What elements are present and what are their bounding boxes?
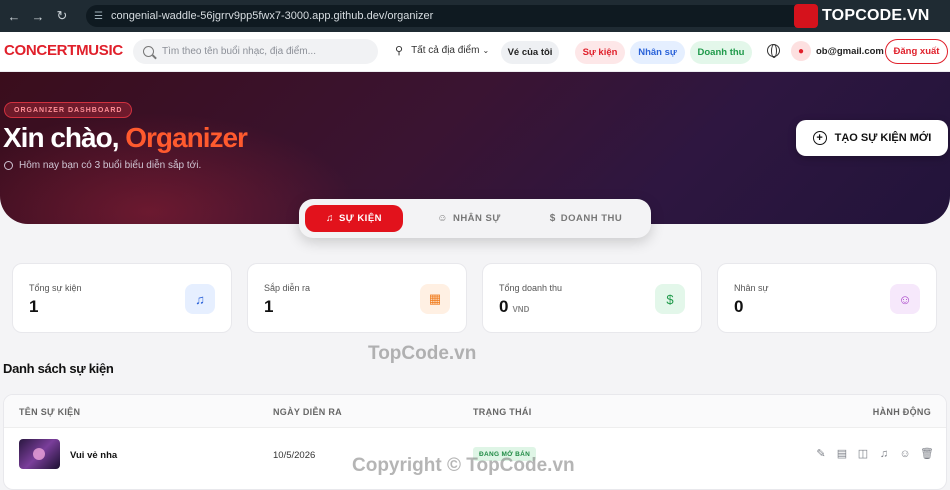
event-thumbnail: [19, 439, 60, 469]
back-icon[interactable]: ←: [4, 6, 24, 26]
ticket-icon[interactable]: ▤: [836, 448, 848, 460]
nav-staff-button[interactable]: Nhân sự: [630, 41, 685, 64]
dashboard-tabs: ♫ SỰ KIỆN ☺ NHÂN SỰ $ DOANH THU: [299, 199, 651, 238]
column-header: TÊN SỰ KIỆN: [19, 407, 81, 417]
event-date: 10/5/2026: [273, 450, 316, 461]
logout-button[interactable]: Đăng xuất: [885, 39, 948, 64]
url-text: congenial-waddle-56jgrrv9pp5fwx7-3000.ap…: [110, 10, 434, 22]
watermark-logo-text: TOPCODE.VN: [822, 7, 930, 24]
globe-icon[interactable]: [767, 44, 780, 58]
user-avatar[interactable]: ●: [791, 41, 811, 61]
users-icon[interactable]: ☺: [899, 448, 911, 460]
watermark-text: Copyright © TopCode.vn: [352, 455, 575, 476]
stat-number: 1: [29, 297, 39, 316]
greeting-role: Organizer: [125, 122, 248, 153]
stat-card-staff: Nhân sự 0 ☺: [717, 263, 937, 333]
dollar-icon: $: [655, 284, 685, 314]
stat-value: 0: [734, 297, 743, 317]
nav-revenue-button[interactable]: Doanh thu: [690, 41, 752, 64]
chevron-down-icon: ⌄: [482, 46, 490, 55]
column-header: NGÀY DIỄN RA: [273, 407, 342, 417]
nav-events-button[interactable]: Sự kiện: [575, 41, 625, 64]
location-label: Tất cả địa điểm: [411, 45, 480, 56]
table-header: TÊN SỰ KIỆN NGÀY DIỄN RA TRẠNG THÁI HÀNH…: [4, 395, 946, 428]
stat-number: 0: [499, 297, 509, 316]
stat-value: 1: [29, 297, 38, 317]
my-tickets-button[interactable]: Vé của tôi: [501, 41, 559, 64]
user-email[interactable]: ob@gmail.com: [816, 46, 884, 57]
stat-value: 1: [264, 297, 273, 317]
event-list-title: Danh sách sự kiện: [3, 361, 114, 376]
search-placeholder: Tìm theo tên buổi nhạc, địa điểm...: [162, 46, 316, 57]
hero-subtitle-text: Hôm nay bạn có 3 buổi biểu diễn sắp tới.: [19, 160, 202, 171]
stat-label: Nhân sự: [734, 283, 769, 293]
map-pin-icon: ⚲: [395, 45, 404, 57]
tab-revenue[interactable]: $ DOANH THU: [531, 205, 641, 232]
edit-icon[interactable]: ✎: [815, 448, 827, 460]
tab-events-label: SỰ KIỆN: [338, 213, 383, 224]
plus-circle-icon: +: [812, 131, 827, 145]
stat-label: Sắp diễn ra: [264, 283, 311, 293]
stat-label: Tổng sự kiện: [29, 283, 82, 293]
row-actions: ✎ ▤ ◫ ♫ ☺ 🗑: [815, 448, 934, 460]
music-note-icon[interactable]: ♫: [878, 448, 890, 460]
watermark-logo: TOPCODE.VN: [794, 2, 944, 30]
dashboard-badge: ORGANIZER DASHBOARD: [4, 102, 133, 118]
search-input[interactable]: Tìm theo tên buổi nhạc, địa điểm...: [133, 39, 378, 64]
event-name[interactable]: Vui vẻ nha: [70, 450, 117, 461]
forward-icon[interactable]: →: [28, 6, 48, 26]
stat-value: 0 VND: [499, 297, 529, 317]
stat-label: Tổng doanh thu: [499, 283, 563, 293]
browser-toolbar: ← → ↻ ☰ congenial-waddle-56jgrrv9pp5fwx7…: [0, 0, 950, 32]
brand-logo[interactable]: CONCERTMUSIC: [4, 42, 123, 59]
watermark-logo-mark: [794, 4, 818, 28]
greeting-title: Xin chào, Organizer: [3, 122, 248, 154]
stat-card-total-events: Tổng sự kiện 1 ♫: [12, 263, 232, 333]
stat-unit: VND: [512, 305, 530, 314]
music-note-icon: ♫: [185, 284, 215, 314]
tab-revenue-label: DOANH THU: [560, 213, 623, 224]
create-event-button[interactable]: + TẠO SỰ KIỆN MỚI: [796, 120, 948, 156]
tab-staff[interactable]: ☺ NHÂN SỰ: [419, 205, 519, 232]
tab-staff-label: NHÂN SỰ: [452, 213, 501, 224]
location-select[interactable]: ⚲ Tất cả địa điểm ⌄: [395, 44, 489, 57]
calendar-icon: ▦: [420, 284, 450, 314]
watermark-text: TopCode.vn: [368, 343, 477, 364]
create-event-label: TẠO SỰ KIỆN MỚI: [834, 132, 932, 144]
stat-card-revenue: Tổng doanh thu 0 VND $: [482, 263, 702, 333]
stat-number: 0: [734, 297, 744, 316]
music-note-icon: ♫: [325, 213, 334, 224]
reload-icon[interactable]: ↻: [52, 6, 72, 26]
stat-number: 1: [264, 297, 274, 316]
trash-icon[interactable]: 🗑: [920, 448, 934, 460]
greeting-text: Xin chào,: [3, 122, 119, 153]
clipboard-icon[interactable]: ◫: [857, 448, 869, 460]
stat-card-upcoming: Sắp diễn ra 1 ▦: [247, 263, 467, 333]
tab-events[interactable]: ♫ SỰ KIỆN: [305, 205, 403, 232]
users-icon: ☺: [890, 284, 920, 314]
search-icon: [143, 46, 154, 57]
clock-icon: [4, 161, 13, 170]
dollar-icon: $: [549, 213, 556, 224]
users-icon: ☺: [437, 213, 448, 224]
site-settings-icon[interactable]: ☰: [94, 11, 103, 22]
column-header: HÀNH ĐỘNG: [872, 407, 931, 417]
address-bar[interactable]: ☰ congenial-waddle-56jgrrv9pp5fwx7-3000.…: [86, 5, 806, 27]
column-header: TRẠNG THÁI: [473, 407, 532, 417]
hero-subtitle: Hôm nay bạn có 3 buổi biểu diễn sắp tới.: [4, 160, 201, 171]
app-header: CONCERTMUSIC Tìm theo tên buổi nhạc, địa…: [0, 32, 950, 72]
